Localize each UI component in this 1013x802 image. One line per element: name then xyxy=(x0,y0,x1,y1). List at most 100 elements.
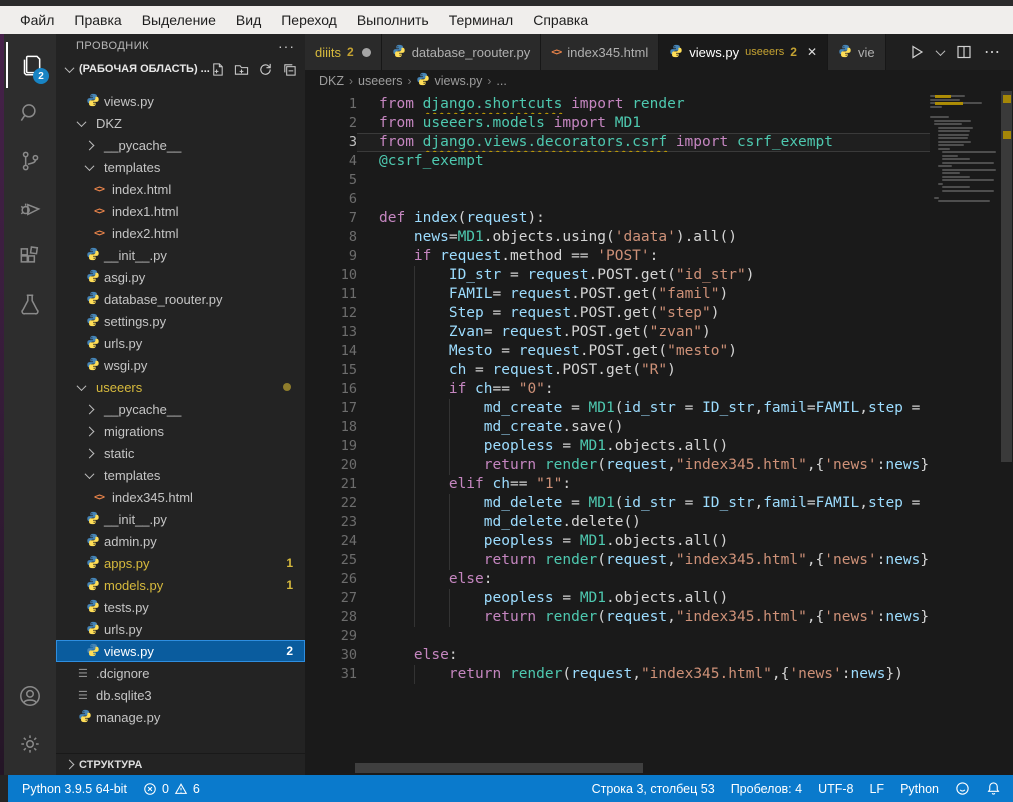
tree-item-static[interactable]: static xyxy=(56,442,305,464)
tree-item-database_roouter.py[interactable]: database_roouter.py xyxy=(56,288,305,310)
breadcrumb-item[interactable]: DKZ xyxy=(319,74,344,88)
tree-item-label: index.html xyxy=(112,182,171,197)
run-debug-icon[interactable] xyxy=(6,186,54,232)
tree-item-index2.html[interactable]: <>index2.html xyxy=(56,222,305,244)
tree-item-templates[interactable]: templates xyxy=(56,464,305,486)
code-editor[interactable]: 1from django.shortcuts import render2fro… xyxy=(305,91,1013,775)
explorer-icon[interactable]: 2 xyxy=(6,42,54,88)
tab-views.py[interactable]: views.pyuseeers2✕ xyxy=(659,34,828,70)
problems-indicator[interactable]: 0 6 xyxy=(135,782,208,796)
cursor-position[interactable]: Строка 3, столбец 53 xyxy=(584,782,723,796)
menu-item[interactable]: Правка xyxy=(64,9,131,31)
tab-index345.html[interactable]: <>index345.html xyxy=(541,34,659,70)
minimap-line xyxy=(938,127,973,129)
line-number: 31 xyxy=(305,665,357,684)
menu-item[interactable]: Переход xyxy=(271,9,347,31)
menu-item[interactable]: Справка xyxy=(523,9,598,31)
line-number: 29 xyxy=(305,627,357,646)
tree-item-useeers[interactable]: useeers xyxy=(56,376,305,398)
tree-item-label: index345.html xyxy=(112,490,193,505)
search-icon[interactable] xyxy=(6,90,54,136)
more-actions-icon[interactable]: ⋯ xyxy=(984,42,1001,62)
menu-item[interactable]: Выделение xyxy=(132,9,226,31)
new-folder-icon[interactable] xyxy=(234,62,249,77)
html-file-icon: <> xyxy=(94,184,104,195)
warning-ruler-mark xyxy=(1003,131,1011,139)
notifications-bell-icon[interactable] xyxy=(978,781,1009,796)
python-interpreter[interactable]: Python 3.9.5 64-bit xyxy=(14,782,135,796)
tree-item-wsgi.py[interactable]: wsgi.py xyxy=(56,354,305,376)
feedback-icon[interactable] xyxy=(947,781,978,796)
tree-item-__pycache__[interactable]: __pycache__ xyxy=(56,398,305,420)
tree-item-views.py[interactable]: views.py xyxy=(56,90,305,112)
code-line-25: 25 return render(request,"index345.html"… xyxy=(305,551,930,570)
breadcrumb-item[interactable]: views.py xyxy=(416,72,482,89)
tree-item-urls.py[interactable]: urls.py xyxy=(56,618,305,640)
tab-close-icon[interactable]: ✕ xyxy=(807,45,817,59)
vertical-scrollbar-thumb[interactable] xyxy=(1001,91,1012,462)
minimap[interactable] xyxy=(930,91,1000,775)
settings-gear-icon[interactable] xyxy=(6,721,54,767)
config-file-icon: ☰ xyxy=(78,667,88,680)
tree-item-admin.py[interactable]: admin.py xyxy=(56,530,305,552)
collapse-all-icon[interactable] xyxy=(282,62,297,77)
tab-vie[interactable]: vie xyxy=(828,34,886,70)
tab-database_roouter.py[interactable]: database_roouter.py xyxy=(382,34,542,70)
extensions-icon[interactable] xyxy=(6,234,54,280)
html-file-icon: <> xyxy=(551,47,561,58)
tree-item-views.py[interactable]: views.py2 xyxy=(56,640,305,662)
tab-diiits[interactable]: diiits2 xyxy=(305,34,382,70)
run-dropdown-icon[interactable] xyxy=(936,46,946,56)
line-number: 13 xyxy=(305,323,357,342)
menu-item[interactable]: Файл xyxy=(10,9,64,31)
tree-item-urls.py[interactable]: urls.py xyxy=(56,332,305,354)
source-control-icon[interactable] xyxy=(6,138,54,184)
eol-sequence[interactable]: LF xyxy=(861,782,892,796)
refresh-icon[interactable] xyxy=(258,62,273,77)
tree-item-apps.py[interactable]: apps.py1 xyxy=(56,552,305,574)
run-python-file-icon[interactable] xyxy=(909,44,925,60)
indent-guide xyxy=(414,551,415,570)
tree-item-__init__.py[interactable]: __init__.py xyxy=(56,244,305,266)
breadcrumb-separator: › xyxy=(487,74,491,88)
tree-item-db.sqlite3[interactable]: ☰db.sqlite3 xyxy=(56,684,305,706)
language-mode[interactable]: Python xyxy=(892,782,947,796)
tree-item-settings.py[interactable]: settings.py xyxy=(56,310,305,332)
encoding[interactable]: UTF-8 xyxy=(810,782,861,796)
tree-item-__pycache__[interactable]: __pycache__ xyxy=(56,134,305,156)
tree-item-.dcignore[interactable]: ☰.dcignore xyxy=(56,662,305,684)
workspace-section-header[interactable]: (РАБОЧАЯ ОБЛАСТЬ) ... xyxy=(56,58,305,80)
tree-item-__init__.py[interactable]: __init__.py xyxy=(56,508,305,530)
breadcrumb-item[interactable]: useeers xyxy=(358,74,402,88)
tree-item-tests.py[interactable]: tests.py xyxy=(56,596,305,618)
tree-item-DKZ[interactable]: DKZ xyxy=(56,112,305,134)
new-file-icon[interactable] xyxy=(210,62,225,77)
indentation[interactable]: Пробелов: 4 xyxy=(723,782,810,796)
python-file-icon xyxy=(669,44,683,61)
split-editor-icon[interactable] xyxy=(956,44,972,60)
minimap-line xyxy=(934,123,962,125)
menu-item[interactable]: Выполнить xyxy=(347,9,439,31)
menu-item[interactable]: Вид xyxy=(226,9,271,31)
breadcrumb-item[interactable]: ... xyxy=(496,74,506,88)
vertical-scrollbar[interactable] xyxy=(1000,91,1013,775)
structure-section-header[interactable]: СТРУКТУРА xyxy=(56,753,305,775)
account-icon[interactable] xyxy=(6,673,54,719)
indent-guide xyxy=(414,475,415,494)
warning-icon xyxy=(174,782,188,796)
tree-item-manage.py[interactable]: manage.py xyxy=(56,706,305,728)
minimap-line xyxy=(942,186,970,188)
tree-item-models.py[interactable]: models.py1 xyxy=(56,574,305,596)
explorer-more-actions-icon[interactable]: ··· xyxy=(278,38,295,54)
tree-item-index.html[interactable]: <> index.html xyxy=(56,178,305,200)
line-number: 26 xyxy=(305,570,357,589)
minimap-line xyxy=(942,176,970,178)
tree-item-asgi.py[interactable]: asgi.py xyxy=(56,266,305,288)
tree-item-templates[interactable]: templates xyxy=(56,156,305,178)
tree-item-migrations[interactable]: migrations xyxy=(56,420,305,442)
tree-item-index345.html[interactable]: <>index345.html xyxy=(56,486,305,508)
menu-item[interactable]: Терминал xyxy=(439,9,523,31)
tree-item-index1.html[interactable]: <>index1.html xyxy=(56,200,305,222)
testing-icon[interactable] xyxy=(6,282,54,328)
horizontal-scrollbar-thumb[interactable] xyxy=(355,763,643,773)
